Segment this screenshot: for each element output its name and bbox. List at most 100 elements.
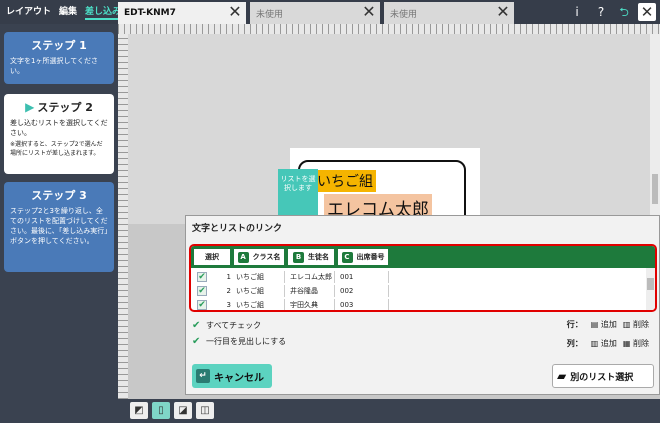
cancel-button[interactable]: ↵ キャンセル [192, 364, 272, 388]
canvas-scrollbar[interactable] [650, 34, 660, 224]
cell-class: いちご組 [233, 271, 285, 283]
step-1-title: ステップ 1 [31, 39, 87, 52]
step-2-text: 差し込むリストを選択してください。 [10, 119, 108, 137]
menu-layout[interactable]: レイアウト [6, 4, 51, 20]
cell-student: 井谷隆晶 [287, 285, 335, 297]
page-fold-icon[interactable]: ◫ [196, 402, 214, 419]
main-menu: レイアウト 編集 差し込み [6, 4, 122, 20]
delete-label: 削除 [633, 339, 649, 348]
play-icon: ▶ [25, 100, 35, 114]
other-list-button[interactable]: ▰ 別のリスト選択 [552, 364, 654, 388]
row-number: 1 [226, 273, 231, 281]
header-label: クラス名 [252, 253, 281, 261]
tab-edt-knm7[interactable]: EDT-KNM7 ✕ [118, 2, 246, 24]
add-column-icon: ▥ [590, 339, 599, 348]
close-icon[interactable]: ✕ [226, 4, 244, 22]
header-row-label: 一行目を見出しにする [206, 337, 287, 346]
undo-icon[interactable]: ⮌ [615, 3, 633, 21]
page-back-icon[interactable]: ◩ [130, 402, 148, 419]
cancel-label: キャンセル [214, 372, 264, 384]
column-a-badge: A [237, 251, 249, 263]
header-class-name[interactable]: A クラス名 [233, 248, 285, 266]
header-student-name[interactable]: B 生徒名 [287, 248, 335, 266]
delete-column-icon: ▦ [622, 339, 631, 348]
table-scrollbar[interactable] [646, 268, 655, 310]
row-label: 行： [566, 320, 583, 329]
delete-row-button[interactable]: ▥ 削除 [623, 319, 649, 330]
header-select: 選択 [193, 248, 231, 266]
folder-icon: ▰ [557, 369, 567, 383]
list-link-dialog: 文字とリストのリンク 選択 A クラス名 B 生徒名 C 出席番号 ✔ 1 いち… [185, 215, 660, 395]
header-row-option[interactable]: ✔ 一行目を見出しにする [192, 336, 286, 347]
add-row-button[interactable]: ▤ 追加 [591, 319, 617, 330]
horizontal-ruler [118, 24, 660, 34]
close-icon[interactable]: ✕ [360, 4, 378, 22]
step-2-title: ステップ 2 [37, 101, 93, 114]
class-name-field[interactable]: いちご組 [314, 170, 376, 192]
add-label: 追加 [600, 339, 617, 348]
other-list-label: 別のリスト選択 [570, 372, 634, 383]
checkbox-icon[interactable]: ✔ [192, 320, 202, 331]
delete-label: 削除 [633, 320, 649, 329]
steps-panel: ステップ 1 文字を1ヶ所選択してください。 ▶ ステップ 2 差し込むリストを選… [0, 24, 118, 423]
row-checkbox[interactable]: ✔ [197, 300, 207, 310]
close-app-icon[interactable]: ✕ [638, 3, 656, 21]
row-checkbox[interactable]: ✔ [197, 286, 207, 296]
menu-merge[interactable]: 差し込み [85, 4, 122, 20]
cell-student: エレコム太郎 [287, 271, 335, 283]
step-1: ステップ 1 文字を1ヶ所選択してください。 [4, 32, 114, 84]
column-c-badge: C [341, 251, 353, 263]
tab-label: 未使用 [256, 9, 284, 20]
row-checkbox[interactable]: ✔ [197, 272, 207, 282]
header-label: 出席番号 [356, 253, 385, 261]
list-table: 選択 A クラス名 B 生徒名 C 出席番号 ✔ 1 いちご組 エレコム太郎 0… [189, 244, 657, 312]
cell-class: いちご組 [233, 299, 285, 310]
cell-number: 002 [337, 285, 389, 297]
cell-student: 宇田久典 [287, 299, 335, 310]
table-row[interactable]: ✔ 3 いちご組 宇田久典 003 [191, 299, 646, 310]
add-column-button[interactable]: ▥ 追加 [591, 338, 617, 349]
check-all-label: すべてチェック [206, 321, 262, 330]
header-attendance-number[interactable]: C 出席番号 [337, 248, 389, 266]
check-all-option[interactable]: ✔ すべてチェック [192, 320, 261, 331]
select-list-callout: リストを選択します [278, 169, 318, 219]
tab-unused-2[interactable]: 未使用 ✕ [384, 2, 514, 24]
page-inside-icon[interactable]: ◪ [174, 402, 192, 419]
table-header: 選択 A クラス名 B 生徒名 C 出席番号 [191, 246, 655, 268]
page-front-icon[interactable]: ▯ [152, 402, 170, 419]
close-icon[interactable]: ✕ [494, 4, 512, 22]
delete-column-button[interactable]: ▦ 削除 [623, 338, 649, 349]
vertical-ruler [118, 34, 128, 399]
table-row[interactable]: ✔ 2 いちご組 井谷隆晶 002 [191, 285, 646, 297]
row-number: 3 [226, 301, 231, 309]
row-number: 2 [226, 287, 231, 295]
cell-class: いちご組 [233, 285, 285, 297]
tab-label: 未使用 [390, 9, 418, 20]
return-icon: ↵ [196, 369, 210, 383]
cell-number: 001 [337, 271, 389, 283]
column-operations: 列： ▥ 追加 ▦ 削除 [567, 338, 649, 349]
step-2-heading: ▶ ステップ 2 [10, 99, 108, 115]
step-3-text: ステップ2と3を繰り返し、全てのリストを配置づけしてください。最後に、「差し込み… [10, 207, 108, 245]
tab-label: EDT-KNM7 [124, 8, 176, 18]
checkbox-icon[interactable]: ✔ [192, 336, 202, 347]
table-row[interactable]: ✔ 1 いちご組 エレコム太郎 001 [191, 271, 646, 283]
step-1-text: 文字を1ヶ所選択してください。 [10, 57, 99, 75]
page-bar: ◩ ▯ ◪ ◫ [118, 399, 660, 423]
step-2-note: ※選択すると、ステップ2で選んだ場所にリストが差し込まれます。 [10, 141, 103, 157]
header-label: 生徒名 [308, 253, 329, 261]
scroll-thumb[interactable] [652, 174, 658, 204]
scroll-thumb[interactable] [647, 278, 654, 290]
delete-row-icon: ▥ [622, 320, 631, 329]
tab-unused-1[interactable]: 未使用 ✕ [250, 2, 380, 24]
info-icon[interactable]: i [568, 3, 586, 21]
cell-number: 003 [337, 299, 389, 310]
column-label: 列： [566, 339, 583, 348]
step-3-title: ステップ 3 [31, 189, 87, 202]
top-bar: レイアウト 編集 差し込み EDT-KNM7 ✕ 未使用 ✕ 未使用 ✕ i ?… [0, 0, 660, 24]
menu-edit[interactable]: 編集 [59, 4, 77, 20]
help-icon[interactable]: ? [592, 3, 610, 21]
step-3: ステップ 3 ステップ2と3を繰り返し、全てのリストを配置づけしてください。最後… [4, 182, 114, 272]
dialog-title: 文字とリストのリンク [192, 224, 283, 234]
column-b-badge: B [293, 251, 304, 263]
